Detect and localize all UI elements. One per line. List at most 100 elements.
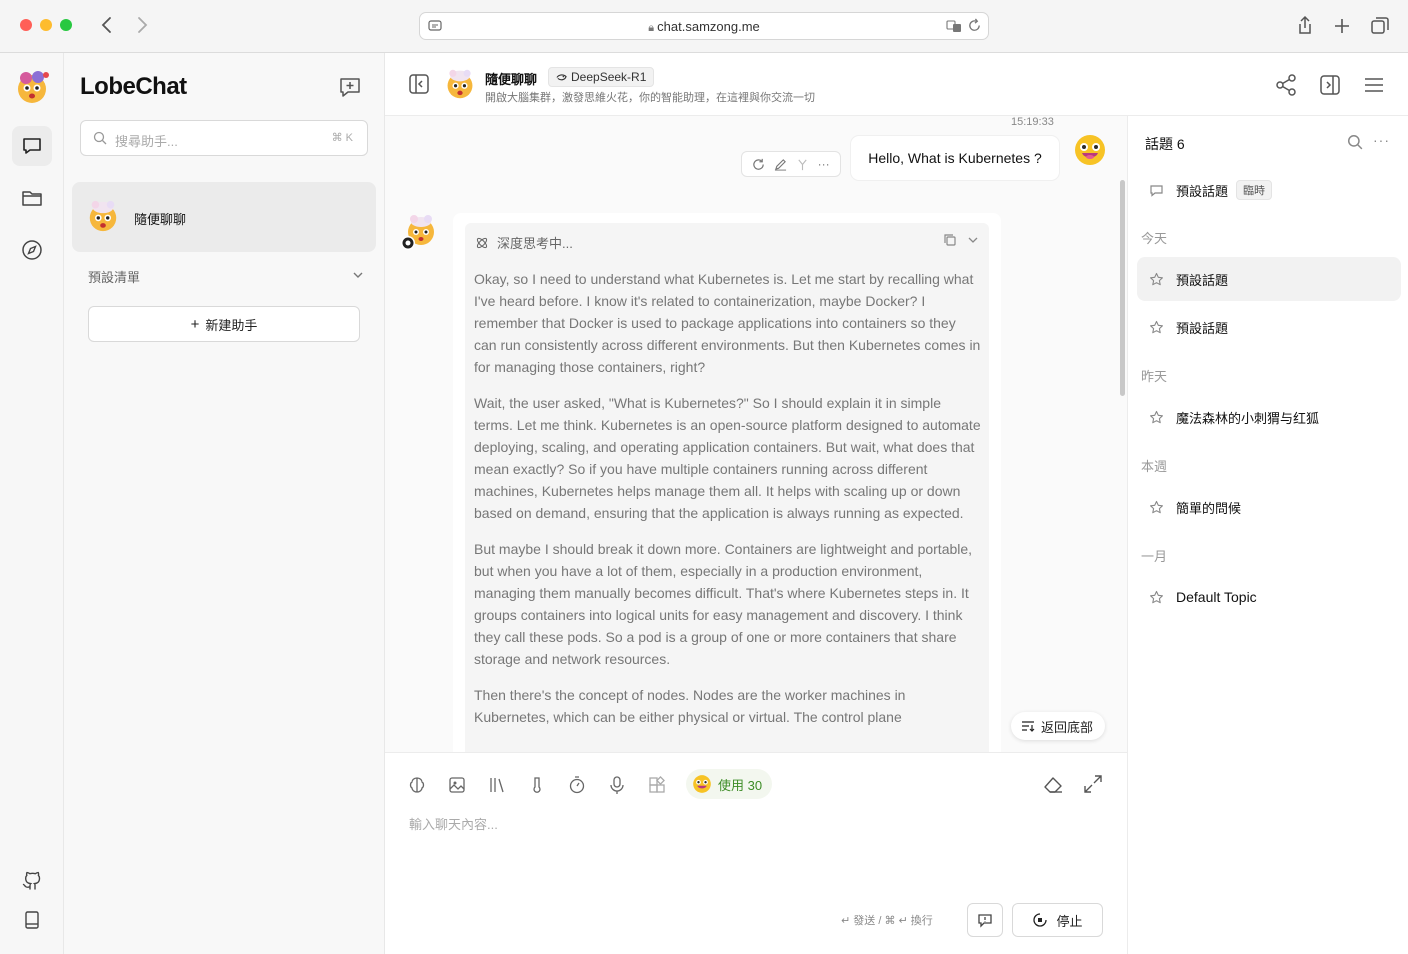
timer-icon[interactable] (567, 775, 587, 795)
model-tag[interactable]: DeepSeek-R1 (548, 67, 655, 87)
group-label: 預設清單 (88, 270, 141, 285)
chat-nav-button[interactable] (12, 126, 52, 166)
search-icon[interactable] (1347, 134, 1363, 150)
stop-button[interactable]: 停止 (1012, 903, 1103, 937)
forward-icon[interactable] (131, 14, 153, 36)
reload-icon[interactable] (967, 18, 982, 33)
nav-rail (0, 53, 64, 954)
plus-icon: + (190, 315, 200, 333)
expand-icon[interactable] (1082, 773, 1104, 795)
regenerate-icon[interactable] (752, 158, 765, 171)
share-icon[interactable] (1294, 15, 1316, 37)
message-icon (978, 914, 992, 928)
topic-item[interactable]: 預設話題 (1137, 257, 1401, 301)
address-bar[interactable]: 🔒︎ chat.samzong.me (419, 12, 989, 40)
thinking-paragraph: Okay, so I need to understand what Kuber… (474, 271, 981, 375)
brain-icon[interactable] (407, 775, 427, 795)
topic-group-label: 本週 (1141, 459, 1168, 474)
eraser-icon[interactable] (1042, 773, 1064, 795)
token-usage-badge[interactable]: 使用 30 (686, 769, 773, 799)
microphone-icon[interactable] (607, 775, 627, 795)
minimize-window-button[interactable] (40, 19, 52, 31)
session-item-chat[interactable]: 隨便聊聊 (72, 182, 376, 252)
assistant-avatar (447, 69, 473, 99)
scroll-down-icon (1022, 721, 1035, 732)
thinking-content: Okay, so I need to understand what Kuber… (474, 268, 982, 742)
toggle-sidebar-icon[interactable] (408, 73, 430, 95)
chat-bubble-icon (1150, 184, 1163, 197)
chevron-down-icon[interactable] (967, 233, 979, 247)
assistant-message: 深度思考中... Okay, so I need to understand w… (453, 213, 1001, 752)
branch-icon[interactable] (796, 158, 809, 171)
more-icon[interactable]: ··· (818, 158, 830, 170)
scrollbar[interactable] (1120, 180, 1125, 396)
plugins-icon[interactable] (647, 775, 667, 795)
star-icon[interactable] (1149, 590, 1164, 605)
star-icon[interactable] (1149, 410, 1164, 425)
files-nav-button[interactable] (12, 178, 52, 218)
toggle-topics-icon[interactable] (1318, 73, 1342, 97)
share-icon[interactable] (1274, 73, 1298, 97)
image-icon[interactable] (447, 775, 467, 795)
menu-icon[interactable] (1362, 73, 1386, 97)
topics-header: 話題 6 (1145, 136, 1185, 152)
deepseek-icon (556, 73, 567, 80)
thinking-paragraph: Then there's the concept of nodes. Nodes… (474, 687, 906, 725)
more-icon[interactable]: ··· (1373, 132, 1390, 148)
topic-item[interactable]: Default Topic (1137, 575, 1401, 619)
copy-icon[interactable] (943, 233, 957, 247)
book-icon (25, 911, 39, 929)
zoom-window-button[interactable] (60, 19, 72, 31)
thinking-block[interactable]: 深度思考中... Okay, so I need to understand w… (465, 223, 989, 752)
chat-icon (23, 138, 41, 154)
send-options-button[interactable] (967, 903, 1003, 937)
star-icon[interactable] (1149, 320, 1164, 335)
topic-item[interactable]: 魔法森林的小刺猬与红狐 (1137, 395, 1401, 439)
library-icon[interactable] (487, 775, 507, 795)
chevron-down-icon[interactable] (351, 268, 365, 282)
topic-title: 簡單的問候 (1176, 500, 1242, 516)
atom-icon (476, 237, 488, 248)
session-avatar (89, 200, 117, 232)
thinking-label: 深度思考中... (497, 236, 573, 251)
chat-input-field[interactable]: 輸入聊天內容... (409, 814, 498, 833)
docs-button[interactable] (12, 900, 52, 940)
thinking-paragraph: But maybe I should break it down more. C… (474, 541, 973, 667)
star-icon[interactable] (1149, 500, 1164, 515)
close-window-button[interactable] (20, 19, 32, 31)
topic-title: 魔法森林的小刺猬与红狐 (1176, 410, 1320, 426)
back-icon[interactable] (96, 14, 118, 36)
edit-icon[interactable] (774, 158, 787, 171)
topic-item[interactable]: 簡單的問候 (1137, 485, 1401, 529)
message-list[interactable]: 15:19:33 ··· Hello, What is Kubernetes ? (385, 116, 1127, 752)
topic-group-label: 一月 (1141, 549, 1168, 564)
user-avatar (1075, 135, 1105, 165)
topic-item[interactable]: 預設話題 (1137, 305, 1401, 349)
thinking-header[interactable]: 深度思考中... (475, 233, 573, 252)
assistant-message-avatar (401, 215, 434, 250)
discover-nav-button[interactable] (12, 230, 52, 270)
usage-avatar (693, 775, 711, 793)
topics-panel: 話題 6 ··· 預設話題 臨時 今天 預設話題 預設話題 昨天 魔法森林的小刺… (1127, 116, 1408, 954)
search-placeholder: 搜尋助手... (115, 134, 178, 149)
temperature-icon[interactable] (527, 775, 547, 795)
temporary-tag: 臨時 (1236, 180, 1273, 200)
chat-description: 開啟大腦集群，激發思維火花，你的智能助理，在這裡與你交流一切 (485, 92, 815, 104)
user-message: Hello, What is Kubernetes ? (851, 136, 1059, 180)
topic-group-label: 今天 (1141, 231, 1168, 246)
github-button[interactable] (12, 860, 52, 900)
back-to-bottom-button[interactable]: 返回底部 (1011, 712, 1106, 740)
chat-input-area: 使用 30 輸入聊天內容... ↵ 發送 / ⌘ ↵ 換行 停止 (385, 752, 1127, 954)
new-tab-icon[interactable] (1331, 15, 1353, 37)
translate-icon[interactable] (946, 19, 962, 33)
new-chat-icon[interactable] (338, 75, 362, 99)
usage-label: 使用 30 (718, 777, 763, 793)
star-icon[interactable] (1149, 272, 1164, 287)
assistant-search-input[interactable]: 搜尋助手... ⌘ K (80, 120, 368, 156)
topic-item-default[interactable]: 預設話題 臨時 (1137, 168, 1401, 212)
tabs-overview-icon[interactable] (1369, 15, 1391, 37)
new-assistant-button[interactable]: + 新建助手 (88, 306, 360, 342)
user-message-text: Hello, What is Kubernetes ? (868, 150, 1042, 166)
user-avatar[interactable] (14, 69, 50, 105)
lock-icon: 🔒︎ (648, 22, 658, 34)
